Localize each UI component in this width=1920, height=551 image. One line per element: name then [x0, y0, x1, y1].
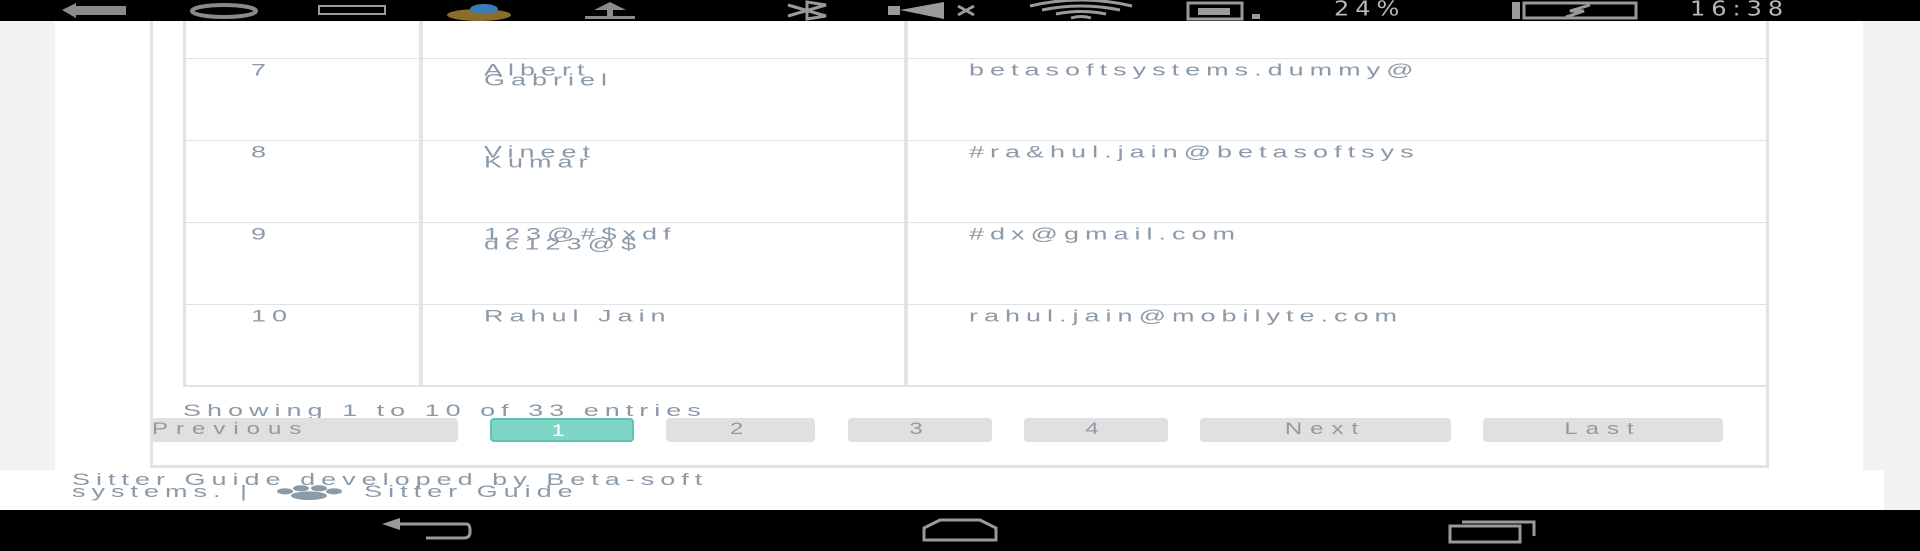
screen-icon — [318, 5, 386, 15]
last-button[interactable]: Last — [1483, 418, 1723, 442]
back-icon[interactable] — [380, 518, 472, 544]
page-label: 1 — [551, 421, 573, 441]
user-name: Rahul Jain — [484, 306, 672, 326]
mute-icon — [888, 2, 975, 19]
sim-icon — [1186, 1, 1260, 21]
page-button-3[interactable]: 3 — [848, 418, 992, 442]
sync-icon — [190, 3, 258, 19]
next-button[interactable]: Next — [1200, 418, 1451, 442]
footer-credit: Sitter Guide developed by Beta-soft syst… — [72, 471, 708, 501]
row-number: 7 — [251, 60, 273, 80]
bird-icon — [447, 4, 511, 21]
bluetooth-icon — [787, 0, 827, 21]
battery-icon — [1512, 1, 1638, 20]
previous-label: Previous — [152, 419, 310, 439]
upload-icon — [585, 2, 635, 19]
battery-percent: 24% — [1334, 0, 1406, 21]
home-icon[interactable] — [920, 518, 1000, 544]
android-nav-bar — [0, 510, 1920, 551]
page-label: 4 — [1085, 419, 1107, 439]
table-row[interactable]: 9 123@#$xdf dc123@$ #dx@gmail.com — [186, 222, 1766, 304]
users-table: 7 Albert Gabriel betasoftsystems.dummy@ … — [183, 21, 1766, 387]
page-label: 2 — [729, 419, 752, 439]
user-name: 123@#$xdf dc123@$ — [484, 224, 677, 254]
user-name: Albert Gabriel — [484, 60, 614, 90]
row-number: 10 — [251, 306, 294, 326]
table-row[interactable]: 8 Vineet Kumar #ra&hul.jain@betasoftsys — [186, 140, 1766, 222]
paw-icon — [276, 485, 342, 501]
next-label: Next — [1284, 419, 1367, 439]
page-button-1[interactable]: 1 — [490, 418, 634, 442]
previous-button[interactable]: Previous — [152, 418, 458, 442]
entries-info: Showing 1 to 10 of 33 entries — [183, 400, 707, 420]
wifi-icon — [1029, 0, 1133, 20]
user-email: rahul.jain@mobilyte.com — [969, 306, 1404, 326]
table-row[interactable]: 7 Albert Gabriel betasoftsystems.dummy@ — [186, 58, 1766, 140]
page-label: 3 — [909, 419, 931, 439]
footer-brand-link[interactable]: Sitter Guide — [364, 482, 579, 501]
recents-icon[interactable] — [1448, 518, 1538, 544]
user-email: #dx@gmail.com — [969, 224, 1241, 244]
row-number: 8 — [251, 142, 273, 162]
row-number: 9 — [251, 224, 273, 244]
page-button-4[interactable]: 4 — [1024, 418, 1168, 442]
user-email: betasoftsystems.dummy@ — [969, 60, 1420, 80]
status-bar: 24% 16:38 — [0, 0, 1920, 21]
footer-company: systems. | — [72, 482, 254, 501]
user-name: Vineet Kumar — [484, 142, 597, 172]
user-email: #ra&hul.jain@betasoftsys — [969, 142, 1420, 162]
table-row[interactable]: 10 Rahul Jain rahul.jain@mobilyte.com — [186, 304, 1766, 386]
back-arrow-icon — [62, 3, 126, 18]
clock: 16:38 — [1690, 0, 1790, 21]
last-label: Last — [1564, 419, 1642, 439]
page-button-2[interactable]: 2 — [666, 418, 815, 442]
